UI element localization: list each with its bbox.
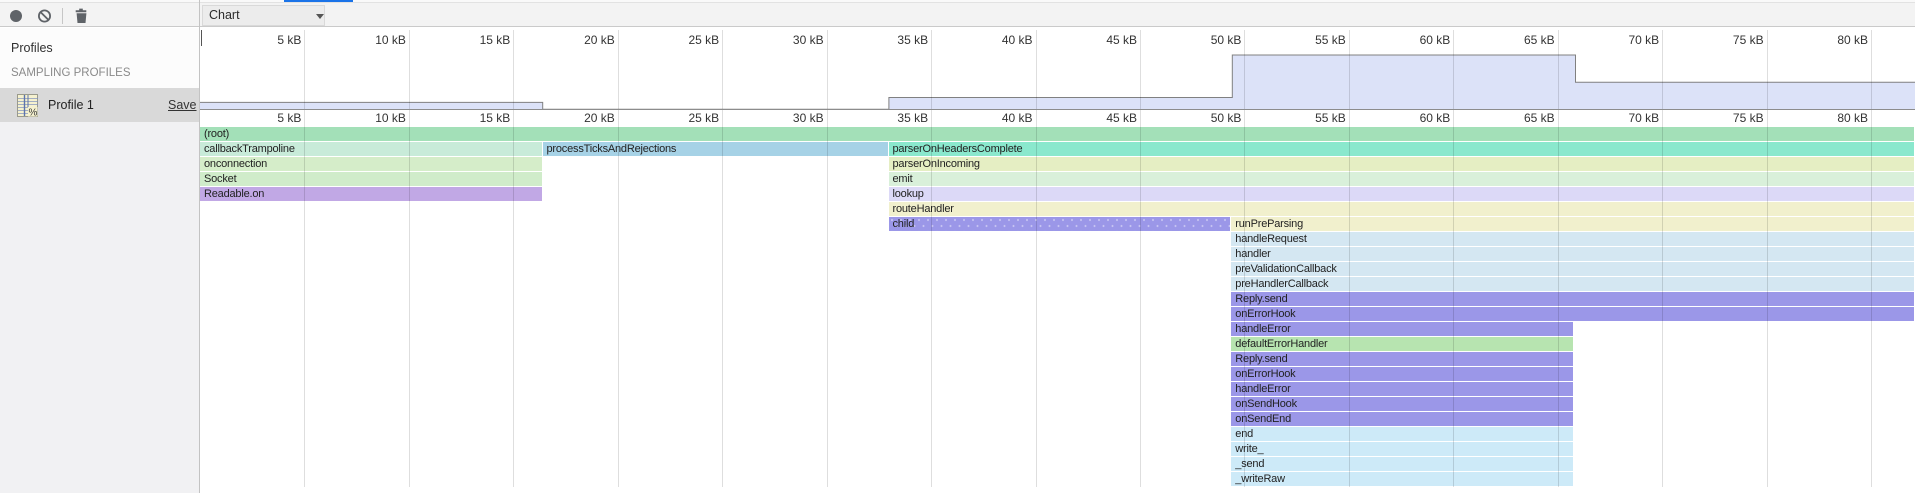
svg-text:%: % — [29, 108, 38, 118]
